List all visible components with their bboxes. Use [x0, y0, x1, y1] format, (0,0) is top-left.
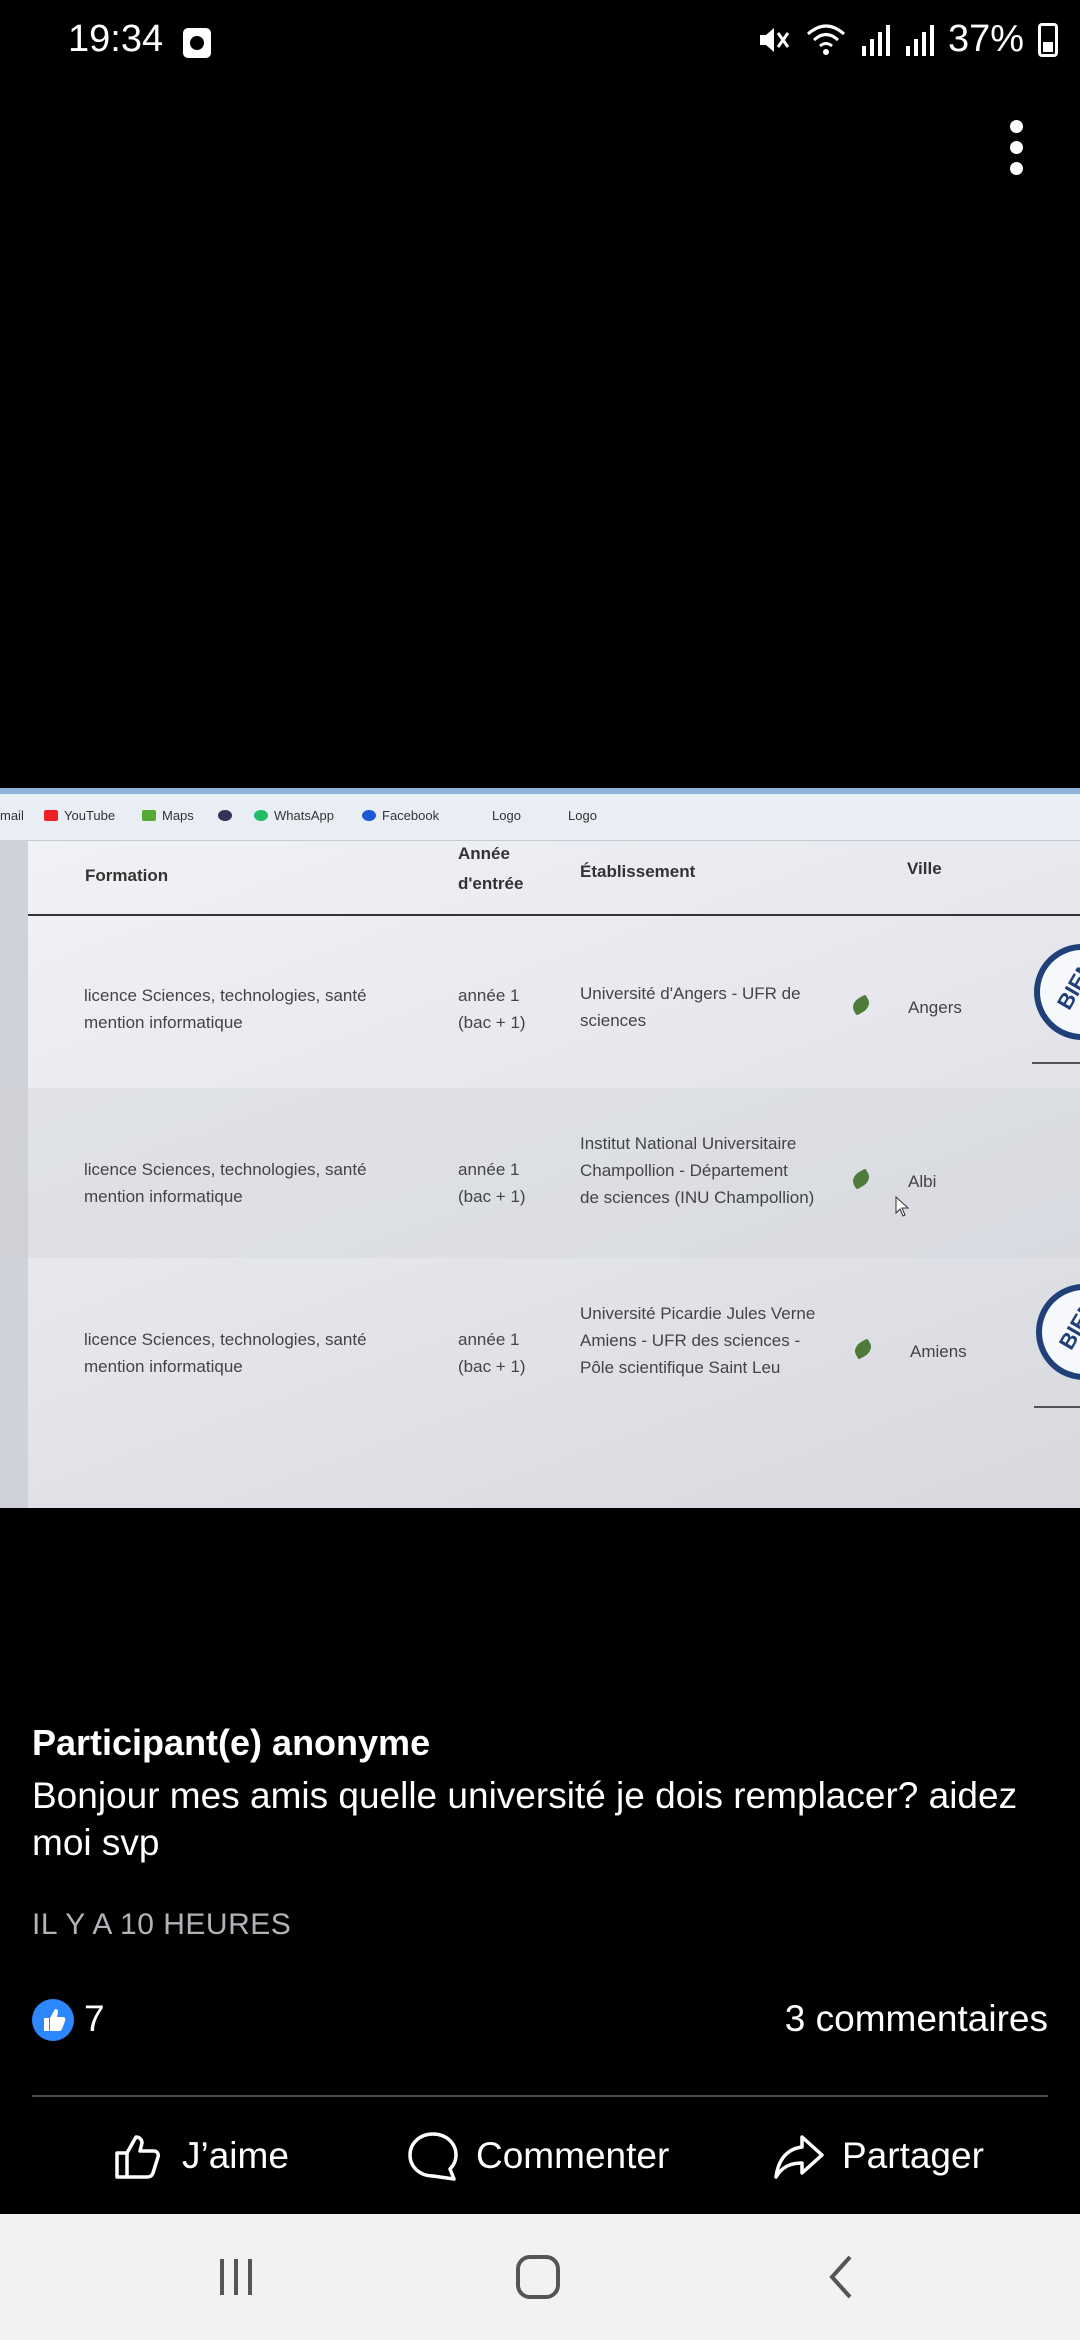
cell-annee: année 1: [458, 1160, 520, 1179]
comment-bubble-icon: [408, 2132, 458, 2181]
cell-annee: (bac + 1): [458, 1187, 526, 1206]
bookmark-logo: Logo: [568, 808, 597, 823]
cell-formation: licence Sciences, technologies, santé: [84, 986, 367, 1005]
share-arrow-icon: [774, 2135, 824, 2179]
recent-apps-icon[interactable]: [206, 2249, 266, 2305]
bookmark-maps: Maps: [142, 808, 194, 823]
cell-ville: Amiens: [910, 1342, 967, 1361]
share-button[interactable]: Partager: [772, 2126, 984, 2186]
status-icons: 37%: [756, 18, 1058, 61]
like-button[interactable]: J’aime: [112, 2126, 289, 2186]
cell-annee: année 1: [458, 1330, 520, 1349]
more-options-icon[interactable]: [1000, 118, 1034, 178]
seal-icon: BIEN: [1036, 1284, 1080, 1380]
cell-formation: mention informatique: [84, 1357, 243, 1376]
battery-percent: 37%: [947, 18, 1024, 60]
like-reaction-icon[interactable]: [32, 1999, 74, 2041]
post-message: Bonjour mes amis quelle université je do…: [32, 1775, 1018, 1863]
post-timestamp: IL Y A 10 HEURES: [32, 1908, 292, 1941]
comment-button[interactable]: Commenter: [406, 2126, 669, 2186]
mute-icon: [759, 27, 790, 52]
cell-etablissement: Champollion - Département: [580, 1161, 788, 1180]
like-label: J’aime: [182, 2135, 289, 2176]
cell-etablissement: Université Picardie Jules Verne: [580, 1304, 816, 1323]
seal-icon: BIEN: [1034, 944, 1080, 1040]
header-etablissement: Établissement: [580, 862, 696, 881]
wifi-icon: [806, 24, 845, 55]
cell-etablissement: Pôle scientifique Saint Leu: [580, 1358, 781, 1377]
post-author[interactable]: Participant(e) anonyme: [32, 1722, 430, 1764]
share-label: Partager: [842, 2135, 984, 2176]
table-row: licence Sciences, technologies, santé me…: [0, 1258, 1080, 1428]
leaf-icon: [849, 1168, 873, 1190]
leaf-icon: [851, 1338, 875, 1360]
header-annee-2: d'entrée: [458, 874, 524, 893]
bookmark-facebook: Facebook: [362, 808, 439, 823]
cell-etablissement: Institut National Universitaire: [580, 1134, 797, 1153]
seal-underline: [1034, 1406, 1080, 1408]
header-divider: [28, 914, 1080, 916]
cell-ville: Angers: [908, 998, 962, 1017]
thumbs-up-icon: [115, 2135, 160, 2179]
status-bar: 19:34 37%: [0, 0, 1080, 90]
actions-divider: [32, 2095, 1048, 2097]
cell-formation: mention informatique: [84, 1187, 243, 1206]
alarm-icon: [183, 28, 211, 58]
signal-icon: [905, 24, 934, 56]
battery-charging-icon: [1038, 22, 1058, 57]
post-photo[interactable]: mail YouTube Maps WhatsApp Facebook Logo…: [0, 788, 1080, 1508]
cell-etablissement: sciences: [580, 1011, 647, 1030]
bookmark-mail: mail: [0, 808, 24, 823]
seal-underline: [1032, 1062, 1080, 1064]
cell-ville: Albi: [908, 1172, 937, 1191]
bookmark-logo: Logo: [492, 808, 521, 823]
leaf-icon: [849, 994, 873, 1016]
table-header: Formation Année d'entrée Établissement V…: [0, 840, 1080, 918]
cell-etablissement: Université d'Angers - UFR de: [580, 984, 801, 1003]
navigation-bar: [0, 2214, 1080, 2340]
header-formation: Formation: [85, 866, 169, 885]
browser-bookmarks-bar: mail YouTube Maps WhatsApp Facebook Logo…: [0, 788, 1080, 841]
back-icon[interactable]: [812, 2249, 872, 2305]
comments-count[interactable]: 3 commentaires: [785, 1998, 1048, 2040]
cell-annee: (bac + 1): [458, 1013, 526, 1032]
cell-etablissement: de sciences (INU Champollion): [580, 1188, 815, 1207]
cell-formation: licence Sciences, technologies, santé: [84, 1330, 367, 1349]
bookmark-icon: [218, 808, 238, 823]
bookmark-whatsapp: WhatsApp: [254, 808, 334, 823]
header-ville: Ville: [907, 859, 942, 878]
mouse-cursor-icon: [895, 1196, 910, 1217]
signal-icon: [861, 24, 890, 56]
table-row: licence Sciences, technologies, santé me…: [0, 1088, 1080, 1258]
cell-formation: mention informatique: [84, 1013, 243, 1032]
home-icon[interactable]: [508, 2249, 568, 2305]
header-annee: Année: [458, 844, 510, 863]
cell-annee: année 1: [458, 986, 520, 1005]
like-count[interactable]: 7: [84, 1998, 105, 2040]
comment-label: Commenter: [476, 2135, 670, 2176]
bookmark-youtube: YouTube: [44, 808, 115, 823]
cell-etablissement: Amiens - UFR des sciences -: [580, 1331, 801, 1350]
status-time: 19:34: [68, 18, 164, 60]
cell-annee: (bac + 1): [458, 1357, 526, 1376]
table-row: licence Sciences, technologies, santé me…: [0, 918, 1080, 1088]
cell-formation: licence Sciences, technologies, santé: [84, 1160, 367, 1179]
